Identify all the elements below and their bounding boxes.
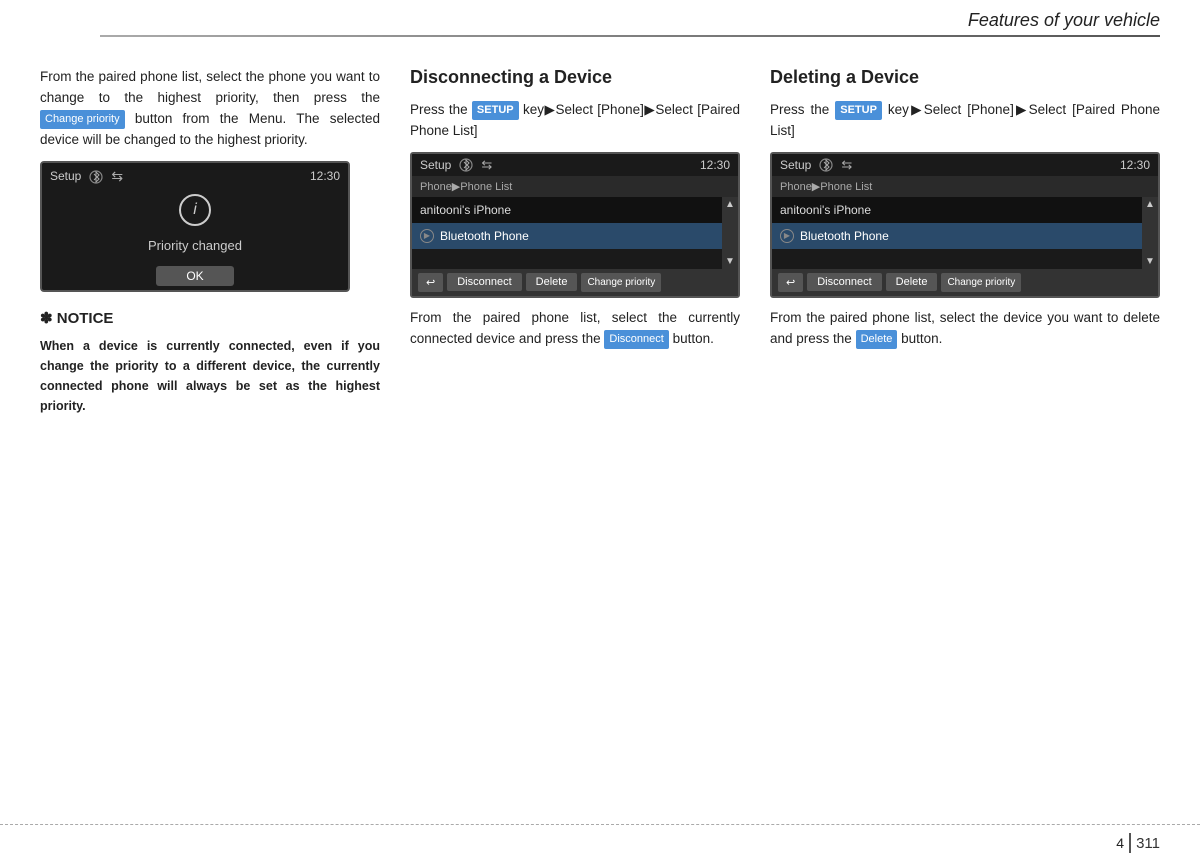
- deleting-title: Deleting a Device: [770, 67, 1160, 88]
- deleting-column: Deleting a Device Press the SETUP key▶Se…: [770, 67, 1160, 416]
- arrow-icon: ⇆: [111, 166, 123, 188]
- deleting-desc: Press the SETUP key▶Select [Phone]▶Selec…: [770, 100, 1160, 142]
- ok-button[interactable]: OK: [156, 266, 233, 286]
- header-divider: [100, 35, 1160, 37]
- delete-footer: ↩ Disconnect Delete Change priority: [772, 269, 1158, 296]
- disconnect-button-delete[interactable]: Disconnect: [807, 273, 881, 291]
- disconnect-item1: anitooni's iPhone: [412, 197, 722, 223]
- disconnecting-title: Disconnecting a Device: [410, 67, 740, 88]
- setup-label-left: Setup: [50, 167, 81, 186]
- delete-item1: anitooni's iPhone: [772, 197, 1142, 223]
- notice-section: ✽ NOTICE When a device is currently conn…: [40, 307, 380, 415]
- scroll-up-icon-delete: ▲: [1145, 199, 1155, 210]
- scrollbar-delete: ▲ ▼: [1142, 197, 1158, 269]
- priority-text: Priority changed: [148, 236, 242, 256]
- setup-label-disconnect: Setup: [420, 158, 451, 172]
- time-disconnect: 12:30: [700, 158, 730, 172]
- notice-title: ✽ NOTICE: [40, 307, 380, 330]
- setup-label-delete: Setup: [780, 158, 811, 172]
- disconnecting-desc: Press the SETUP key▶Select [Phone]▶Selec…: [410, 100, 740, 142]
- arrow-icon-disconnect: ⇆: [481, 157, 492, 173]
- priority-info-area: i Priority changed OK: [42, 190, 348, 290]
- page-number: 311: [1136, 835, 1160, 852]
- scroll-down-icon-delete: ▼: [1145, 256, 1155, 267]
- disconnecting-column: Disconnecting a Device Press the SETUP k…: [410, 67, 740, 416]
- scroll-down-icon: ▼: [725, 256, 735, 267]
- left-intro: From the paired phone list, select the p…: [40, 67, 380, 151]
- bt-icon-disconnect: [459, 158, 473, 172]
- page-header: Features of your vehicle: [0, 0, 1200, 35]
- notice-body: When a device is currently connected, ev…: [40, 336, 380, 416]
- setup-badge-delete: SETUP: [835, 101, 882, 120]
- bt-icon-delete: [819, 158, 833, 172]
- change-priority-button-delete[interactable]: Change priority: [941, 273, 1021, 292]
- play-icon-disconnect: ▶: [420, 229, 434, 243]
- delete-button-disconnect[interactable]: Delete: [526, 273, 578, 291]
- delete-inline-badge: Delete: [856, 330, 898, 349]
- left-column: From the paired phone list, select the p…: [40, 67, 380, 416]
- delete-button[interactable]: Delete: [886, 273, 938, 291]
- page-separator: [1129, 833, 1131, 853]
- page-title: Features of your vehicle: [968, 10, 1160, 31]
- deleting-desc3: From the paired phone list, select the d…: [770, 308, 1160, 350]
- scroll-up-icon: ▲: [725, 199, 735, 210]
- disconnecting-desc3: From the paired phone list, select the c…: [410, 308, 740, 350]
- delete-screen-header: Setup ⇆ 12:30: [772, 154, 1158, 176]
- change-priority-button-disconnect[interactable]: Change priority: [581, 273, 661, 292]
- play-icon-delete: ▶: [780, 229, 794, 243]
- disconnect-breadcrumb: Phone▶Phone List: [412, 176, 738, 197]
- main-content: From the paired phone list, select the p…: [0, 47, 1200, 416]
- delete-phone-screen: Setup ⇆ 12:30 Phone▶Phone List anitooni'…: [770, 152, 1160, 298]
- disconnect-inline-badge: Disconnect: [604, 330, 668, 349]
- disconnect-footer: ↩ Disconnect Delete Change priority: [412, 269, 738, 296]
- disconnect-item2: ▶ Bluetooth Phone: [412, 223, 722, 249]
- time-delete: 12:30: [1120, 158, 1150, 172]
- info-icon: i: [179, 194, 211, 226]
- time-left: 12:30: [310, 167, 340, 186]
- priority-screen: Setup ⇆ 12:30 i Priority changed OK: [40, 161, 350, 293]
- back-button-delete[interactable]: ↩: [778, 273, 803, 292]
- page-footer: 4 311: [0, 824, 1200, 861]
- scrollbar-disconnect: ▲ ▼: [722, 197, 738, 269]
- chapter-number: 4: [1116, 835, 1124, 851]
- bluetooth-icon: [89, 170, 103, 184]
- priority-screen-header: Setup ⇆ 12:30: [42, 163, 348, 191]
- disconnect-button[interactable]: Disconnect: [447, 273, 521, 291]
- delete-breadcrumb: Phone▶Phone List: [772, 176, 1158, 197]
- change-priority-badge: Change priority: [40, 110, 125, 129]
- disconnect-phone-screen: Setup ⇆ 12:30 Phone▶Phone List anitooni'…: [410, 152, 740, 298]
- arrow-icon-delete: ⇆: [841, 157, 852, 173]
- back-button-disconnect[interactable]: ↩: [418, 273, 443, 292]
- delete-item2: ▶ Bluetooth Phone: [772, 223, 1142, 249]
- disconnect-screen-header: Setup ⇆ 12:30: [412, 154, 738, 176]
- setup-badge-disconnect: SETUP: [472, 101, 519, 120]
